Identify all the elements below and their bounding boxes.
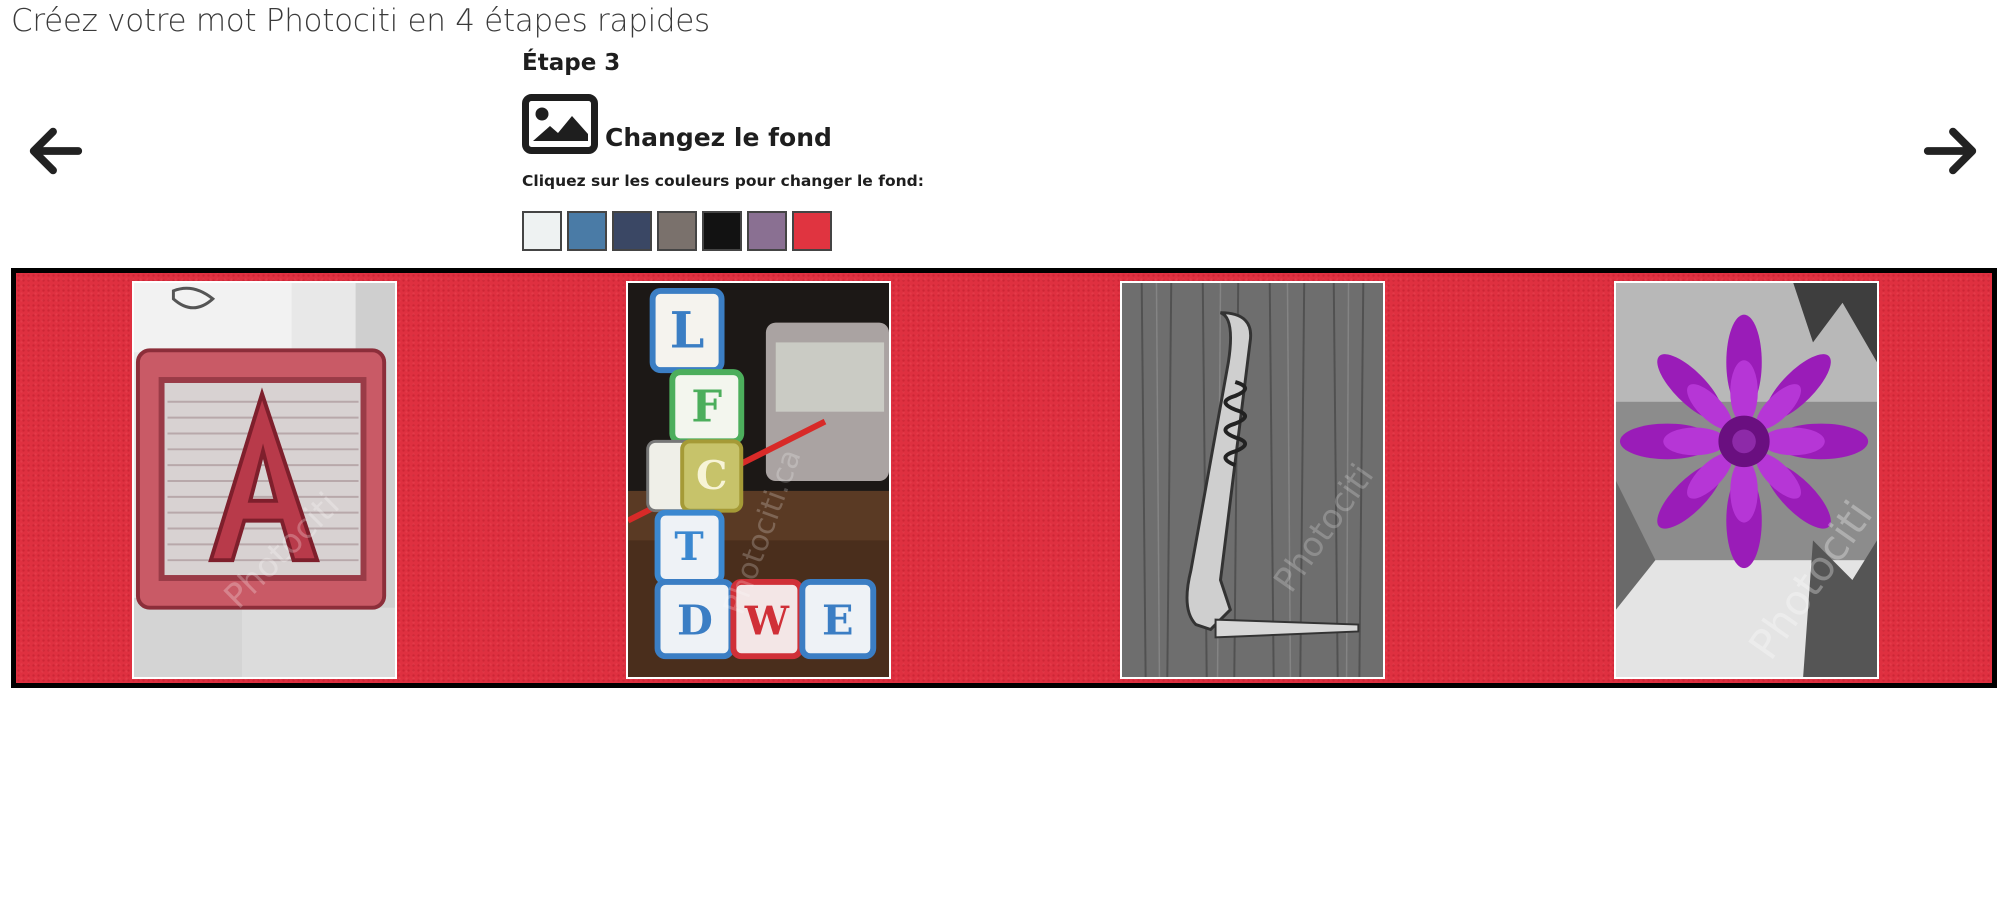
- svg-text:L: L: [670, 301, 705, 359]
- step-heading: Changez le fond: [605, 123, 832, 152]
- swatch-blue[interactable]: [567, 211, 607, 251]
- svg-text:D: D: [677, 595, 713, 644]
- step-heading-row: Changez le fond: [522, 88, 1122, 154]
- step-panel: Étape 3 Changez le fond Cliquez sur les …: [522, 46, 1122, 192]
- page: Créez votre mot Photociti en 4 étapes ra…: [0, 0, 2000, 920]
- step-number: Étape 3: [522, 50, 621, 76]
- swatch-navy[interactable]: [612, 211, 652, 251]
- previous-step-button[interactable]: [22, 118, 88, 184]
- svg-text:F: F: [691, 381, 722, 432]
- stacked-alphabet-blocks-photo: L F C T D W E Photociti.ca: [626, 281, 891, 679]
- svg-text:E: E: [822, 595, 854, 644]
- page-title: Créez votre mot Photociti en 4 étapes ra…: [11, 3, 710, 39]
- word-preview-strip: Photociti L F C T D W E Photociti.ca Pho…: [11, 268, 1997, 688]
- purple-flower-photo: Photociti: [1614, 281, 1879, 679]
- swatch-taupe[interactable]: [657, 211, 697, 251]
- image-icon: [522, 94, 598, 154]
- corkscrew-photo: Photociti: [1120, 281, 1385, 679]
- next-step-button[interactable]: [1918, 118, 1984, 184]
- background-color-swatches: [522, 211, 832, 251]
- arrow-right-icon: [1923, 127, 1977, 175]
- step-instruction: Cliquez sur les couleurs pour changer le…: [522, 172, 924, 190]
- swatch-black[interactable]: [702, 211, 742, 251]
- swatch-white[interactable]: [522, 211, 562, 251]
- arrow-left-icon: [29, 127, 83, 175]
- svg-text:C: C: [696, 453, 727, 499]
- svg-text:T: T: [674, 524, 703, 570]
- swatch-lilac[interactable]: [747, 211, 787, 251]
- letter-block-a-photo: Photociti: [132, 281, 397, 679]
- swatch-red[interactable]: [792, 211, 832, 251]
